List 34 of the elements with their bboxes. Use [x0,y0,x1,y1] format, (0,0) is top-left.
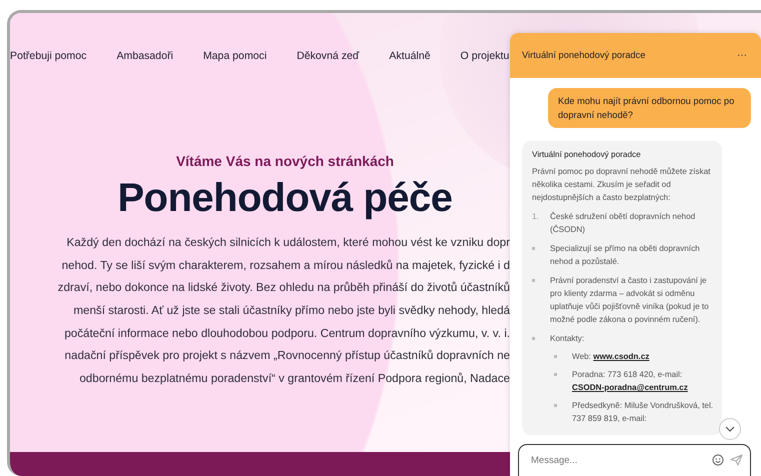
list-item-text: České sdružení obětí dopravních nehod (ČSODN) [550,210,696,236]
chevron-down-icon [725,426,735,432]
message-field[interactable]: Message... [518,444,751,476]
list-item-text: Specializují se přímo na oběti dopravních nehod a pozůstalé. [550,243,701,268]
more-button[interactable]: ··· [737,48,747,63]
paragraph-line: menší starosti. Ať už jste se stali účastníky přímo nebo jste byli svědky nehody, hledá [72,303,510,319]
list-number: 1. [532,211,540,223]
nav-link[interactable]: Potřebuji pomoc [10,49,87,65]
chat-title: Virtuální ponehodový poradce [522,48,646,62]
link[interactable]: www.csodn.cz [593,352,650,361]
nav-link[interactable]: Ambasadoři [116,49,174,65]
list-item-text: Poradna: 773 618 420, e-mail: CSODN-poradna@centrum.cz [572,369,689,394]
list-item-text: Právní poradenství a často i zastupování je pro klienty zdarma – advokát si odměnu uplatňuje vůči pojišťovně viníka (pokud je to možné podle zákona o povinném ručení). [550,275,710,326]
paragraph-line: nehod. Ty se liší svým charakterem, rozsahem a mírou následků na majetek, fyzické i d [60,258,510,274]
list-item-text: Kontakty: [550,333,584,345]
paragraph-line: počáteční informace nebo dlouhodobou podporu. Centrum dopravního výzkumu, v. v. i. [63,326,510,342]
paragraph-line: zdraví, nebo dokonce na lidské životy. Bez ohledu na průběh přináší do životů účastníků [56,280,510,296]
user-message-bubble: Kde mohu najít právní odbornou pomoc po dopravní nehodě? [548,88,751,128]
hero-title: Ponehodová péče [116,174,454,222]
nav-link[interactable]: Mapa pomoci [203,49,267,65]
link[interactable]: CSODN-poradna@centrum.cz [572,383,688,392]
nav-link[interactable]: O projektu [460,49,510,65]
message-text: Právní pomoc po dopravní nehodě můžete získat několika cestami. Zkusím je seřadit od nejdostupnějších a často bezplatných: [532,166,712,204]
nav-link[interactable]: Děkovná zeď [296,49,360,65]
sender-name: Virtuální ponehodový poradce [532,149,642,161]
list-item-text: Předsedkyně: Miluše Vondrušková, tel. 737 859 819, e-mail: [572,400,714,425]
scroll-down-button[interactable] [719,418,741,440]
paragraph-line: Každý den dochází na českých silnicích k událostem, které mohou vést ke vzniku dopr [66,234,510,251]
hero-subtitle: Vítáme Vás na nových stránkách [175,152,395,171]
paragraph-line: odbornému bezplatnému poradenství“ v grantovém řízení Podpora regionů, Nadace [78,371,510,388]
paragraph-line: nadační příspěvek pro projekt s názvem „Rovnocenný přístup účastníků dopravních ne [64,348,510,364]
list-item-text: Web: www.csodn.cz [572,351,650,363]
emoji-icon[interactable] [712,454,724,466]
nav-link[interactable]: Aktuálně [389,49,430,65]
